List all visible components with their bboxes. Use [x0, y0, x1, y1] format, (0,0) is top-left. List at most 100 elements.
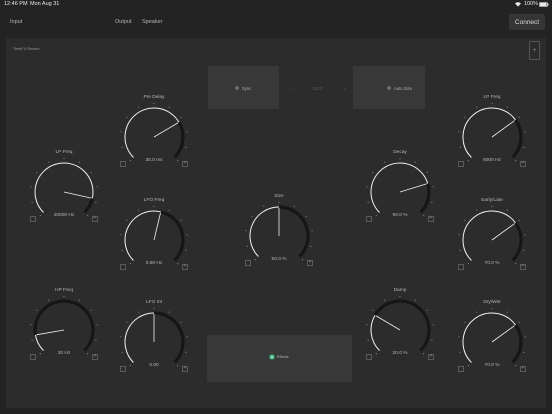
bpm-increment[interactable]: + [343, 86, 345, 91]
knob-value: 70.0 % [484, 261, 500, 266]
knob-tick [384, 161, 386, 163]
plus-icon: + [93, 215, 97, 221]
knob-track [511, 222, 523, 262]
knob-pointer [491, 120, 515, 138]
knob-decrement-button[interactable] [120, 264, 126, 270]
knob-tick [186, 131, 188, 133]
pre-delay-knob[interactable]: Pre Delay 30.0 ms + [116, 95, 192, 171]
knob-tick [476, 106, 478, 108]
knob-tick [186, 234, 188, 236]
knob-track [278, 205, 310, 258]
knob-value-arc [249, 206, 280, 257]
knob-pointer [153, 212, 161, 241]
knob-track [160, 210, 185, 262]
knob-tick [518, 321, 520, 323]
input-selector[interactable]: Input [10, 19, 22, 25]
early-late-knob[interactable]: Early/Late 70.0 % + [454, 198, 530, 274]
knob-value: 8000 Hz [483, 158, 501, 163]
knob-track [153, 311, 185, 364]
knob-tick [138, 209, 140, 211]
knob-increment-button[interactable]: + [182, 365, 188, 372]
knob-increment-button[interactable]: + [182, 160, 188, 167]
knob-tick [524, 234, 526, 236]
knob-decrement-button[interactable] [366, 354, 372, 360]
knob-tick [120, 336, 122, 338]
connect-button[interactable]: Connect [509, 14, 545, 30]
add-plugin-button[interactable]: + [529, 41, 540, 60]
knob-value-arc [462, 312, 516, 363]
lfo-int-knob[interactable]: LFO Int 0.00 + [116, 300, 192, 376]
knob-tick [63, 295, 65, 298]
knob-decrement-button[interactable] [458, 264, 464, 270]
auto-size-toggle[interactable]: Auto Size [353, 66, 425, 109]
knob-tick [476, 311, 478, 313]
battery-icon [539, 2, 549, 9]
knob-decrement-button[interactable] [120, 366, 126, 372]
knob-tick [30, 186, 32, 188]
knob-value: 70.0 % [484, 363, 500, 368]
lfo-freq-knob[interactable]: LFO Freq 0.50 Hz + [116, 198, 192, 274]
knob-tick [121, 249, 123, 251]
plugin-title: TimeFX Reverb [13, 47, 40, 51]
knob-tick [153, 205, 155, 208]
knob-decrement-button[interactable] [245, 260, 251, 266]
knob-tick [464, 116, 466, 118]
knob-tick [491, 307, 493, 310]
plus-icon: + [183, 160, 187, 166]
knob-value-arc [124, 312, 155, 363]
knob-track [419, 183, 431, 214]
knob-tick [30, 324, 32, 326]
lp-freq-left-knob[interactable]: LP Freq 20000 Hz + [26, 150, 102, 226]
sync-toggle[interactable]: Sync [208, 66, 279, 109]
knob-decrement-button[interactable] [30, 216, 36, 222]
knob-decrement-button[interactable] [366, 216, 372, 222]
knob-increment-button[interactable]: + [182, 263, 188, 270]
knob-tick [126, 321, 128, 323]
effects-toggle[interactable]: Effects [207, 335, 352, 382]
knob-value: 0.00 [149, 363, 159, 368]
knob-tick [121, 146, 123, 148]
knob-tick [459, 351, 461, 353]
knob-increment-button[interactable]: + [428, 215, 434, 222]
knob-tick [414, 161, 416, 163]
output-device-selector[interactable]: Speaker [142, 19, 163, 25]
dry-wet-knob[interactable]: Dry/Wet 70.0 % + [454, 300, 530, 376]
knob-tick [168, 311, 170, 313]
damp-knob[interactable]: Damp 20.0 % + [362, 288, 438, 364]
decay-knob[interactable]: Decay 90.0 % + [362, 150, 438, 226]
bpm-decrement[interactable]: − [292, 86, 294, 91]
auto-size-label: Auto Size [394, 86, 412, 91]
knob-pointer [491, 325, 515, 343]
knob-increment-button[interactable]: + [520, 263, 526, 270]
size-knob[interactable]: Size 50.0 % + [241, 194, 317, 270]
hp-freq-knob[interactable]: HP Freq 20 Hz + [26, 288, 102, 364]
knob-decrement-button[interactable] [120, 161, 126, 167]
knob-decrement-button[interactable] [458, 161, 464, 167]
knob-tick [524, 131, 526, 133]
knob-increment-button[interactable]: + [428, 353, 434, 360]
knob-decrement-button[interactable] [458, 366, 464, 372]
knob-tick [95, 201, 97, 203]
knob-increment-button[interactable]: + [520, 365, 526, 372]
knob-tick [431, 339, 433, 341]
knob-value-arc [462, 107, 516, 158]
knob-tick [305, 215, 307, 217]
knob-decrement-button[interactable] [30, 354, 36, 360]
knob-increment-button[interactable]: + [92, 353, 98, 360]
lp-freq-right-knob[interactable]: LP Freq 8000 Hz + [454, 95, 530, 171]
knob-tick [278, 201, 280, 204]
knob-increment-button[interactable]: + [307, 259, 313, 266]
bpm-value: 120.0 [312, 86, 323, 91]
knob-increment-button[interactable]: + [520, 160, 526, 167]
knob-tick [458, 131, 460, 133]
knob-tick [432, 324, 434, 326]
knob-tick [431, 201, 433, 203]
knob-increment-button[interactable]: + [92, 215, 98, 222]
knob-tick [464, 219, 466, 221]
knob-tick [185, 249, 187, 251]
knob-value: 50.0 % [271, 257, 287, 262]
knob-tick [459, 146, 461, 148]
knob-value: 20 Hz [57, 351, 71, 356]
knob-tick [399, 157, 401, 160]
knob-tick [180, 219, 182, 221]
